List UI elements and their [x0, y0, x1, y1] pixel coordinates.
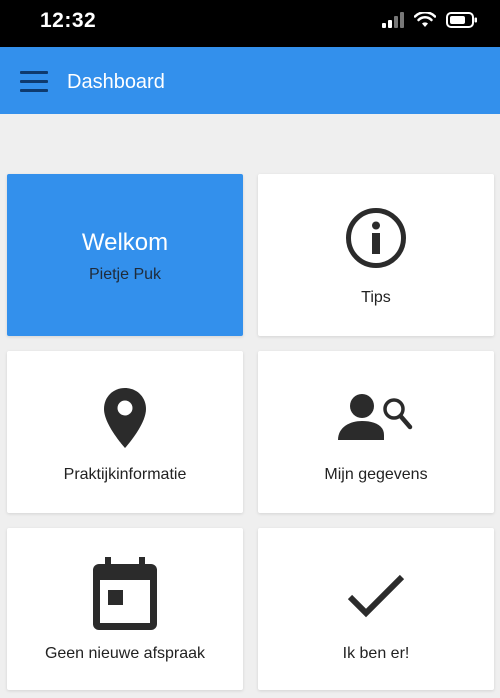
tips-tile[interactable]: Tips — [258, 174, 494, 336]
battery-icon — [446, 12, 477, 28]
appointment-label: Geen nieuwe afspraak — [44, 645, 206, 662]
user-name: Pietje Puk — [88, 266, 162, 283]
location-pin-icon — [104, 388, 146, 448]
person-search-icon — [338, 394, 413, 440]
my-details-label: Mijn gegevens — [324, 466, 428, 483]
status-icons — [382, 12, 478, 28]
status-bar: 12:32 — [0, 0, 500, 47]
my-details-tile[interactable]: Mijn gegevens — [258, 351, 494, 513]
practice-info-tile[interactable]: Praktijkinformatie — [7, 351, 243, 513]
status-time: 12:32 — [40, 9, 97, 32]
app-bar: Dashboard — [0, 47, 500, 114]
welcome-title: Welkom — [81, 229, 169, 256]
wifi-icon — [414, 12, 436, 27]
signal-icon — [382, 12, 404, 28]
checkin-tile[interactable]: Ik ben er! — [258, 528, 494, 690]
hamburger-menu-icon[interactable] — [20, 71, 48, 93]
checkmark-icon — [348, 574, 404, 618]
checkin-label: Ik ben er! — [342, 645, 410, 662]
practice-info-label: Praktijkinformatie — [63, 466, 187, 483]
tips-label: Tips — [361, 289, 391, 306]
page-title: Dashboard — [67, 71, 165, 93]
info-icon — [346, 208, 406, 268]
welcome-tile: Welkom Pietje Puk — [7, 174, 243, 336]
calendar-icon — [93, 557, 157, 630]
appointment-tile[interactable]: Geen nieuwe afspraak — [7, 528, 243, 690]
